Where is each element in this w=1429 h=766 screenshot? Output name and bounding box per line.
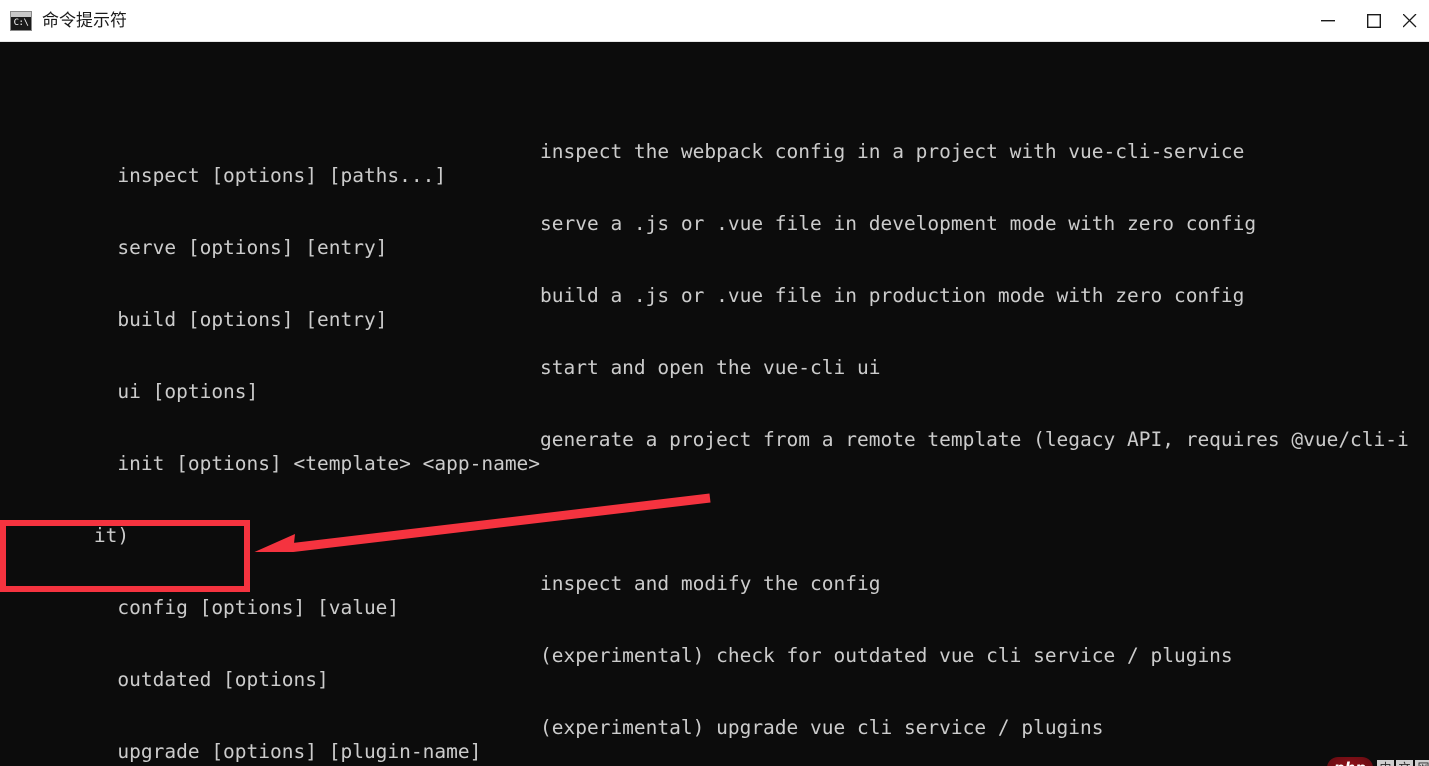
minimize-icon — [1321, 19, 1335, 21]
terminal-output: inspect [options] [paths...] inspect the… — [0, 44, 1429, 766]
close-icon — [1403, 13, 1417, 27]
help-command: ui [options] — [93, 380, 259, 403]
help-row: config [options] [value] inspect and mod… — [0, 572, 1429, 619]
window-titlebar: C:\ 命令提示符 — [0, 0, 1429, 42]
terminal-surface[interactable]: inspect [options] [paths...] inspect the… — [0, 42, 1429, 766]
php-logo-cn-char: 网 — [1415, 759, 1429, 766]
help-command: config [options] [value] — [93, 596, 400, 619]
help-command: build [options] [entry] — [93, 308, 388, 331]
help-command: outdated [options] — [93, 668, 329, 691]
help-row: ui [options] start and open the vue-cli … — [0, 356, 1429, 403]
cmd-icon: C:\ — [10, 10, 32, 31]
php-logo-cn-char: 中 — [1377, 759, 1394, 766]
help-command-wrap: it) — [93, 524, 130, 547]
help-row: outdated [options] (experimental) check … — [0, 644, 1429, 691]
maximize-icon — [1367, 13, 1381, 28]
watermark-php-logo: php 中 文 网 — [1327, 757, 1429, 766]
help-description: start and open the vue-cli ui — [540, 356, 881, 379]
help-description: inspect and modify the config — [540, 572, 881, 595]
help-command: init [options] <template> <app-name> — [93, 452, 541, 475]
help-row: init [options] <template> <app-name> gen… — [0, 428, 1429, 475]
help-description: build a .js or .vue file in production m… — [540, 284, 1245, 307]
php-logo-icon: php — [1327, 757, 1373, 766]
help-description: serve a .js or .vue file in development … — [540, 212, 1257, 235]
cmd-icon-glyph: C:\ — [13, 17, 29, 28]
window-title: 命令提示符 — [42, 10, 127, 31]
minimize-button[interactable] — [1305, 0, 1351, 42]
close-button[interactable] — [1397, 0, 1429, 42]
help-description: (experimental) check for outdated vue cl… — [540, 644, 1233, 667]
php-logo-cn: 中 文 网 — [1377, 759, 1429, 766]
help-description: (experimental) upgrade vue cli service /… — [540, 716, 1104, 739]
help-description: generate a project from a remote templat… — [540, 428, 1409, 451]
help-command: upgrade [options] [plugin-name] — [93, 740, 482, 763]
help-row: serve [options] [entry] serve a .js or .… — [0, 212, 1429, 259]
help-command: inspect [options] [paths...] — [93, 164, 447, 187]
help-row: upgrade [options] [plugin-name] (experim… — [0, 716, 1429, 763]
help-row-wrap: it) — [0, 500, 1429, 547]
help-row: inspect [options] [paths...] inspect the… — [0, 140, 1429, 187]
cmd-window: C:\ 命令提示符 inspect [options] [paths...] i… — [0, 0, 1429, 766]
help-row: build [options] [entry] build a .js or .… — [0, 284, 1429, 331]
help-command: serve [options] [entry] — [93, 236, 388, 259]
help-description: inspect the webpack config in a project … — [540, 140, 1245, 163]
php-logo-cn-char: 文 — [1396, 759, 1413, 766]
maximize-button[interactable] — [1351, 0, 1397, 42]
